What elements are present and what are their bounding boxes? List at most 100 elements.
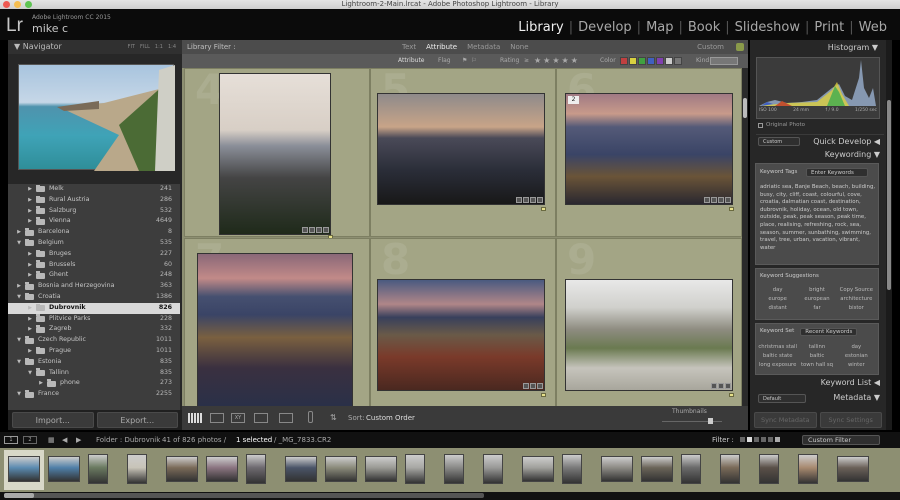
filmstrip-thumbnail[interactable]	[8, 456, 40, 482]
filmstrip-thumbnail[interactable]	[127, 454, 147, 484]
filmstrip-scroll-track[interactable]	[4, 493, 484, 498]
grid-icon[interactable]: ▦	[48, 432, 55, 448]
folder-item[interactable]: ▶ Melk 241	[8, 184, 180, 195]
survey-view-button[interactable]	[254, 413, 268, 423]
module-library[interactable]: Library	[513, 20, 568, 35]
compare-view-button[interactable]: XY	[231, 413, 245, 423]
expand-triangle-right-icon[interactable]: ▶	[26, 270, 34, 281]
keyword-chip[interactable]: distant	[758, 305, 797, 311]
grid-scrollbar[interactable]	[742, 68, 748, 406]
keyword-chip[interactable]: bistor	[837, 305, 876, 311]
navigator-header[interactable]: ▼ Navigator FIT FILL 1:1 1:4	[8, 40, 182, 54]
keywords-textarea[interactable]: adriatic sea, Banje Beach, beach, buildi…	[760, 184, 876, 252]
grid-view-button[interactable]	[188, 413, 202, 423]
grid-cell[interactable]: 9	[556, 235, 742, 407]
module-develop[interactable]: Develop	[573, 20, 637, 35]
thumbnail[interactable]	[565, 279, 733, 391]
selected-filename[interactable]: / _MG_7833.CR2	[274, 432, 331, 448]
grid-cell[interactable]: 5	[370, 65, 556, 237]
filmstrip-thumbnail[interactable]	[325, 456, 357, 482]
folder-item[interactable]: ▶ Prague 1011	[8, 346, 180, 357]
expand-triangle-right-icon[interactable]: ▶	[15, 281, 23, 292]
keyword-chip[interactable]: long exposure	[758, 362, 797, 368]
import-button[interactable]: Import...	[12, 412, 94, 428]
people-view-button[interactable]	[279, 413, 293, 423]
keyword-chip[interactable]: christmas stall	[758, 344, 797, 350]
filmstrip-thumbnail[interactable]	[759, 454, 779, 484]
filmstrip-thumbnail[interactable]	[837, 456, 869, 482]
filter-tab-none[interactable]: None	[510, 40, 528, 54]
color-swatch[interactable]	[620, 57, 628, 65]
expand-triangle-right-icon[interactable]: ▶	[26, 249, 34, 260]
quick-filter-buttons[interactable]	[740, 437, 780, 442]
module-book[interactable]: Book	[683, 20, 725, 35]
back-arrow-icon[interactable]: ◀	[62, 432, 67, 448]
keyword-chip[interactable]: baltic	[797, 353, 836, 359]
color-swatch[interactable]	[638, 57, 646, 65]
folder-item[interactable]: ▶ Plitvice Parks 228	[8, 314, 180, 325]
flag-picked-icon[interactable]: ⚑	[462, 54, 467, 68]
filter-tab-metadata[interactable]: Metadata	[467, 40, 500, 54]
filter-lock-icon[interactable]	[736, 43, 744, 51]
sort-order-dropdown[interactable]: Custom Order	[366, 414, 415, 422]
expand-triangle-right-icon[interactable]: ▶	[26, 260, 34, 271]
keyword-chip[interactable]: bright	[797, 287, 836, 293]
keyword-chip[interactable]: day	[837, 344, 876, 350]
keyword-chip[interactable]: tallinn	[797, 344, 836, 350]
folder-item[interactable]: ▼ Czech Republic 1011	[8, 335, 180, 346]
keyword-chip[interactable]: day	[758, 287, 797, 293]
thumbnail[interactable]	[197, 253, 353, 407]
thumbnail[interactable]	[219, 73, 331, 235]
expand-triangle-right-icon[interactable]: ▶	[26, 184, 34, 195]
color-swatch[interactable]	[665, 57, 673, 65]
checkbox-icon[interactable]	[758, 122, 763, 128]
keyword-chip[interactable]: town hall sq	[797, 362, 836, 368]
painter-icon[interactable]	[308, 411, 313, 423]
folder-item[interactable]: ▶ Bruges 227	[8, 249, 180, 260]
navigator-preview[interactable]	[18, 64, 175, 171]
kind-filter-buttons[interactable]	[710, 57, 738, 65]
keyword-chip[interactable]: baltic state	[758, 353, 797, 359]
rating-operator[interactable]: ≥	[524, 54, 529, 68]
keyword-set-dropdown[interactable]: Recent Keywords	[800, 328, 858, 336]
thumbnail-size-slider[interactable]	[662, 421, 722, 422]
color-swatch[interactable]	[647, 57, 655, 65]
flag-unflagged-icon[interactable]: ⚐	[471, 54, 476, 68]
export-button[interactable]: Export...	[96, 412, 178, 428]
keywording-header[interactable]: Keywording ▼	[756, 150, 884, 163]
close-window-button[interactable]	[3, 1, 10, 8]
keyword-chip[interactable]: european	[797, 296, 836, 302]
color-swatch[interactable]	[629, 57, 637, 65]
filmstrip-scroll-thumb[interactable]	[4, 493, 34, 498]
color-swatch[interactable]	[656, 57, 664, 65]
keyword-list-header[interactable]: Keyword List ◀	[756, 378, 884, 390]
source-folder[interactable]: Folder : Dubrovnik	[96, 432, 160, 448]
filmstrip-thumbnail[interactable]	[246, 454, 266, 484]
filmstrip-thumbnail[interactable]	[601, 456, 633, 482]
thumbnail[interactable]	[377, 93, 545, 205]
expand-triangle-down-icon[interactable]: ▼	[26, 368, 34, 379]
thumbnail-size-handle[interactable]	[708, 418, 713, 424]
folder-item[interactable]: ▼ France 2255	[8, 389, 180, 400]
expand-triangle-down-icon[interactable]: ▼	[15, 389, 23, 400]
keyword-chip[interactable]: europe	[758, 296, 797, 302]
module-web[interactable]: Web	[854, 20, 892, 35]
filmstrip-thumbnail[interactable]	[641, 456, 673, 482]
loupe-view-button[interactable]	[210, 413, 224, 423]
histogram-header[interactable]: Histogram ▼	[750, 40, 886, 56]
folder-item[interactable]: ▶ phone 273	[8, 378, 180, 389]
filter-preset-dropdown[interactable]: Custom	[697, 40, 724, 54]
module-print[interactable]: Print	[809, 20, 849, 35]
folder-item[interactable]: ▶ Rural Austria 286	[8, 195, 180, 206]
quick-develop-header[interactable]: Custom Quick Develop ◀	[756, 134, 884, 148]
filmstrip-thumbnail[interactable]	[365, 456, 397, 482]
keyword-chip[interactable]: architecture	[837, 296, 876, 302]
grid-cell[interactable]: 8	[370, 235, 556, 407]
zoom-1-1[interactable]: 1:1	[155, 40, 163, 54]
folder-item[interactable]: ▼ Estonia 835	[8, 357, 180, 368]
original-photo-toggle[interactable]: Original Photo	[758, 122, 805, 128]
grid-cell[interactable]: 4	[184, 65, 370, 239]
filmstrip-thumbnail[interactable]	[522, 456, 554, 482]
filmstrip-scrollbar[interactable]	[0, 492, 900, 500]
zoom-1-4[interactable]: 1:4	[168, 40, 176, 54]
